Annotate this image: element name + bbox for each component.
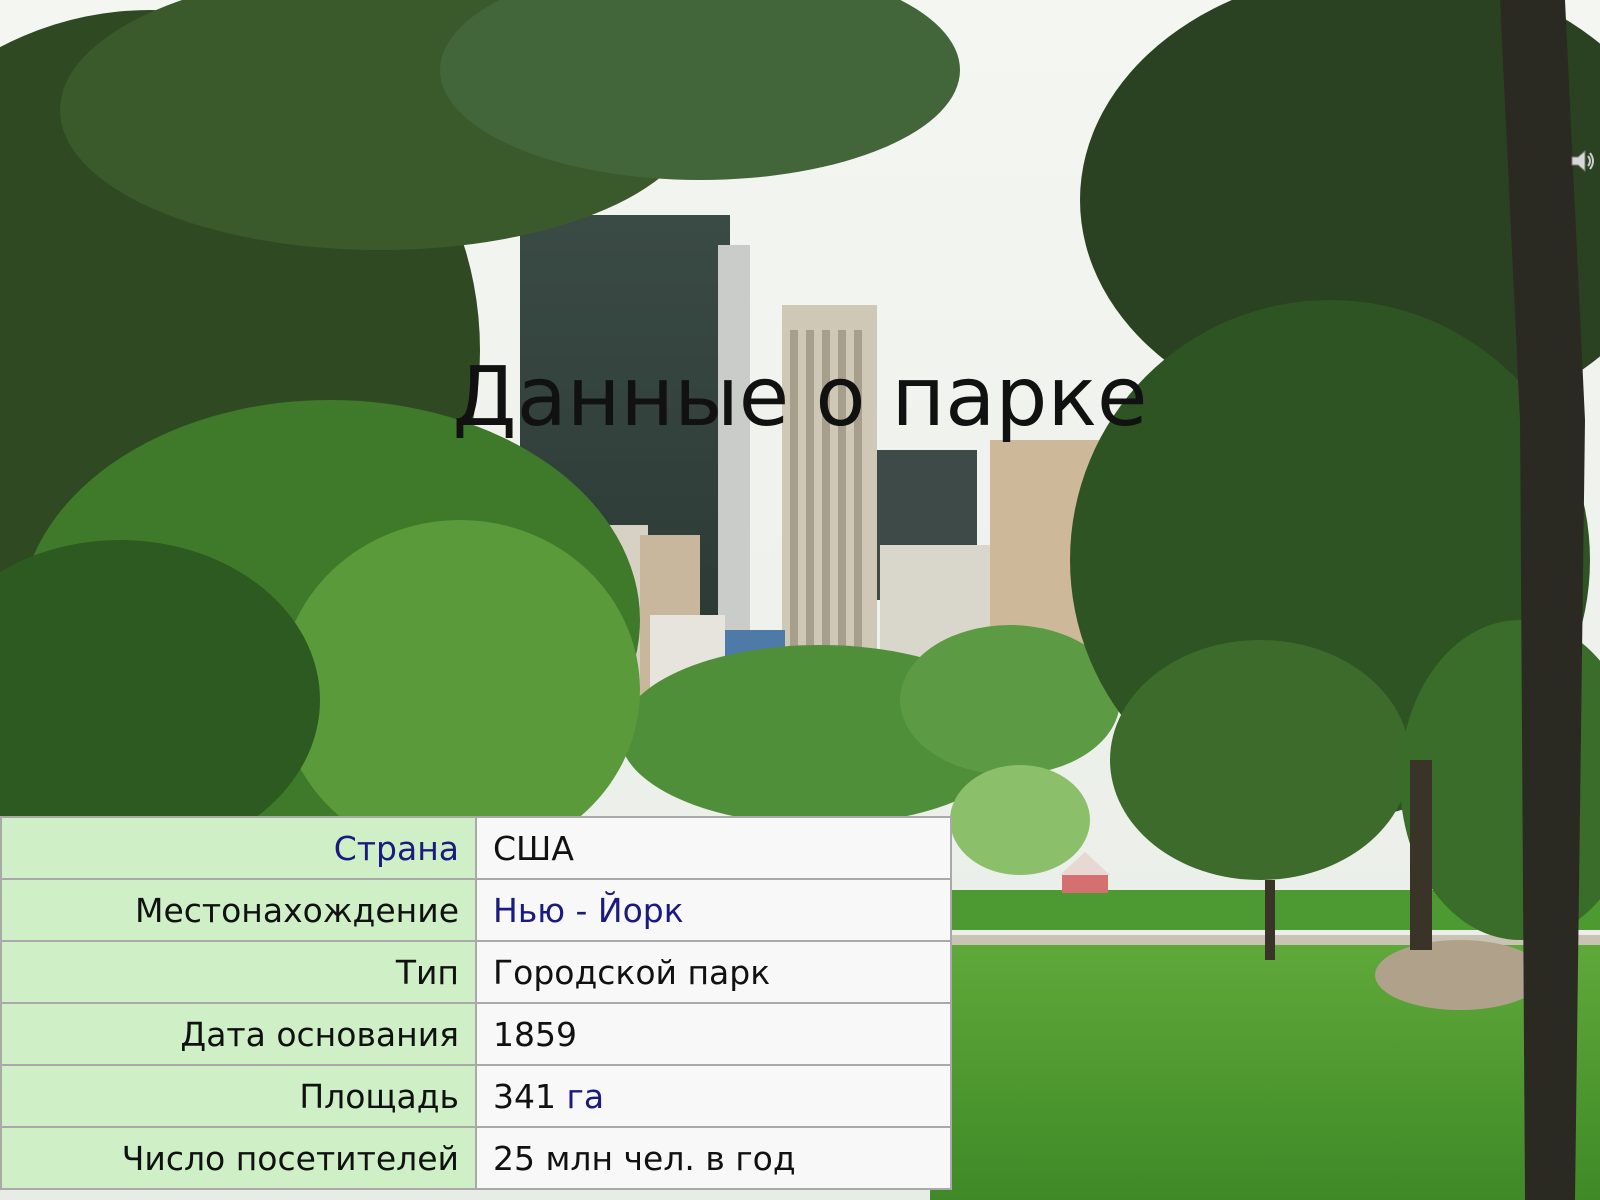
table-row: Площадь 341 га: [0, 1064, 952, 1128]
row-label-founded: Дата основания: [0, 1002, 477, 1066]
area-label: Площадь: [299, 1076, 459, 1116]
table-row: Тип Городской парк: [0, 940, 952, 1004]
row-label-type: Тип: [0, 940, 477, 1004]
founded-value: 1859: [493, 1014, 577, 1054]
country-label-link[interactable]: Страна: [334, 829, 459, 868]
row-label-location: Местонахождение: [0, 878, 477, 942]
location-value-link[interactable]: Нью - Йорк: [493, 891, 684, 930]
table-row: Страна США: [0, 816, 952, 880]
park-info-table: Страна США Местонахождение Нью - Йорк Ти…: [0, 816, 952, 1190]
country-value: США: [493, 828, 574, 868]
area-unit-link[interactable]: га: [567, 1077, 605, 1116]
row-value-visitors: 25 млн чел. в год: [475, 1126, 952, 1190]
row-label-visitors: Число посетителей: [0, 1126, 477, 1190]
speaker-icon[interactable]: [1570, 148, 1596, 174]
area-value: 341: [493, 1076, 556, 1116]
table-row: Местонахождение Нью - Йорк: [0, 878, 952, 942]
row-value-founded: 1859: [475, 1002, 952, 1066]
founded-label: Дата основания: [180, 1014, 459, 1054]
visitors-value: 25 млн чел. в год: [493, 1138, 796, 1178]
slide-title: Данные о парке: [452, 350, 1148, 445]
table-row: Дата основания 1859: [0, 1002, 952, 1066]
type-label: Тип: [395, 952, 459, 992]
row-value-location[interactable]: Нью - Йорк: [475, 878, 952, 942]
table-row: Число посетителей 25 млн чел. в год: [0, 1126, 952, 1190]
row-value-country: США: [475, 816, 952, 880]
visitors-label: Число посетителей: [121, 1138, 459, 1178]
type-value: Городской парк: [493, 952, 771, 992]
row-value-area: 341 га: [475, 1064, 952, 1128]
row-label-country[interactable]: Страна: [0, 816, 477, 880]
location-label: Местонахождение: [134, 890, 459, 930]
row-label-area: Площадь: [0, 1064, 477, 1128]
row-value-type: Городской парк: [475, 940, 952, 1004]
